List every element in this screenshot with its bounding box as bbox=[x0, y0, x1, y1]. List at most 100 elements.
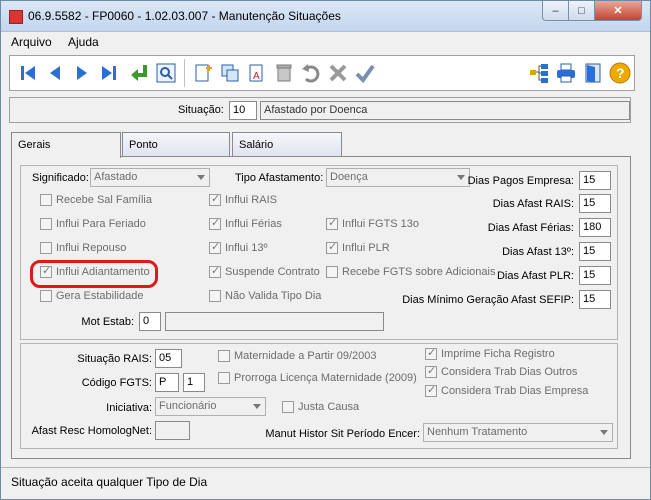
checkbox-label: Imprime Ficha Registro bbox=[441, 348, 555, 360]
dias-afast-ferias-field[interactable]: 180 bbox=[579, 218, 611, 237]
checkbox-label: Influi PLR bbox=[342, 242, 390, 254]
help-icon[interactable]: ? bbox=[608, 61, 632, 85]
gera-estabilidade-checkbox[interactable]: Gera Estabilidade bbox=[40, 290, 143, 302]
checkbox-box bbox=[425, 383, 437, 397]
influi-para-feriado-checkbox[interactable]: Influi Para Feriado bbox=[40, 218, 146, 230]
status-bar: Situação aceita qualquer Tipo de Dia bbox=[1, 467, 650, 499]
checkbox-label: Suspende Contrato bbox=[225, 266, 320, 278]
window-title: 06.9.5582 - FP0060 - 1.02.03.007 - Manut… bbox=[28, 9, 341, 23]
checkbox-label: Influi Férias bbox=[225, 218, 282, 230]
checkbox-box bbox=[209, 192, 221, 206]
status-text: Situação aceita qualquer Tipo de Dia bbox=[11, 475, 208, 489]
iniciativa-select[interactable]: Funcionário bbox=[155, 397, 266, 416]
checkbox-box bbox=[326, 216, 338, 230]
dias-minimo-sefip-field[interactable]: 15 bbox=[579, 290, 611, 309]
title-bar: 06.9.5582 - FP0060 - 1.02.03.007 - Manut… bbox=[1, 1, 650, 32]
tab-salario[interactable]: Salário bbox=[232, 132, 342, 157]
nao-valida-tipo-dia-checkbox[interactable]: Não Valida Tipo Dia bbox=[209, 290, 321, 302]
new-icon[interactable] bbox=[191, 61, 215, 85]
situacao-code-field[interactable]: 10 bbox=[229, 101, 257, 120]
chevron-down-icon bbox=[253, 404, 261, 409]
cancel-icon[interactable] bbox=[326, 61, 350, 85]
checkbox-label: Gera Estabilidade bbox=[56, 290, 144, 302]
next-record-icon[interactable] bbox=[70, 61, 94, 85]
dias-pagos-empresa-field[interactable]: 15 bbox=[579, 171, 611, 190]
situacao-rais-field[interactable]: 05 bbox=[155, 349, 182, 368]
mot-estab-code-field[interactable]: 0 bbox=[139, 312, 161, 331]
considera-dias-outros-checkbox[interactable]: Considera Trab Dias Outros bbox=[425, 364, 577, 378]
copy-icon[interactable] bbox=[218, 61, 242, 85]
justa-causa-checkbox[interactable]: Justa Causa bbox=[282, 401, 359, 413]
considera-dias-empresa-checkbox[interactable]: Considera Trab Dias Empresa bbox=[425, 383, 588, 397]
codigo-fgts-field[interactable]: P bbox=[155, 373, 179, 392]
checkbox-box bbox=[425, 364, 437, 378]
codigo-fgts-field-2[interactable]: 1 bbox=[183, 373, 205, 392]
prorroga-licenca-checkbox[interactable]: Prorroga Licença Maternidade (2009) bbox=[218, 372, 417, 384]
app-icon bbox=[9, 10, 23, 24]
iniciativa-value: Funcionário bbox=[159, 400, 217, 412]
dias-minimo-sefip-label: Dias Mínimo Geração Afast SEFIP: bbox=[402, 294, 574, 306]
svg-text:A: A bbox=[253, 71, 260, 82]
exit-icon[interactable] bbox=[581, 61, 605, 85]
delete-icon[interactable] bbox=[272, 61, 296, 85]
influi-ferias-checkbox[interactable]: Influi Férias bbox=[209, 216, 282, 230]
imprime-ficha-checkbox[interactable]: Imprime Ficha Registro bbox=[425, 346, 555, 360]
manut-histor-select[interactable]: Nenhum Tratamento bbox=[423, 423, 613, 442]
significado-select[interactable]: Afastado bbox=[90, 168, 210, 187]
tab-ponto[interactable]: Ponto bbox=[122, 132, 230, 157]
mot-estab-label: Mot Estab: bbox=[81, 316, 134, 328]
checkbox-label: Recebe Sal Família bbox=[56, 194, 152, 206]
recebe-sal-familia-checkbox[interactable]: Recebe Sal Família bbox=[40, 194, 152, 206]
checkbox-box bbox=[40, 218, 52, 230]
influi-13-checkbox[interactable]: Influi 13º bbox=[209, 240, 268, 254]
zoom-icon[interactable] bbox=[154, 61, 178, 85]
maximize-button[interactable]: □ bbox=[568, 1, 595, 21]
significado-value: Afastado bbox=[94, 171, 138, 183]
checkbox-box bbox=[40, 290, 52, 302]
dias-afast-13-label: Dias Afast 13º: bbox=[502, 246, 574, 258]
goto-icon[interactable] bbox=[127, 61, 151, 85]
checkbox-box bbox=[282, 401, 294, 413]
prev-record-icon[interactable] bbox=[43, 61, 67, 85]
significado-label: Significado: bbox=[32, 172, 89, 184]
close-button[interactable]: ✕ bbox=[594, 1, 642, 21]
first-record-icon[interactable] bbox=[16, 61, 40, 85]
maternidade-checkbox[interactable]: Maternidade a Partir 09/2003 bbox=[218, 350, 376, 362]
dias-afast-plr-label: Dias Afast PLR: bbox=[496, 270, 574, 282]
suspende-contrato-checkbox[interactable]: Suspende Contrato bbox=[209, 264, 320, 278]
influi-rais-checkbox[interactable]: Influi RAIS bbox=[209, 192, 277, 206]
dias-afast-ferias-label: Dias Afast Férias: bbox=[487, 222, 574, 234]
print-icon[interactable] bbox=[554, 61, 578, 85]
checkbox-box bbox=[425, 346, 437, 360]
checkbox-box bbox=[209, 240, 221, 254]
influi-plr-checkbox[interactable]: Influi PLR bbox=[326, 240, 390, 254]
tipo-afastamento-value: Doença bbox=[330, 171, 368, 183]
manut-histor-label: Manut Histor Sit Período Encer: bbox=[265, 428, 420, 440]
checkbox-label: Influi 13º bbox=[225, 242, 268, 254]
afast-resc-field[interactable] bbox=[155, 421, 190, 440]
tree-icon[interactable] bbox=[527, 61, 551, 85]
minimize-button[interactable]: – bbox=[542, 1, 569, 21]
menu-arquivo[interactable]: Arquivo bbox=[11, 35, 52, 49]
dias-afast-rais-field[interactable]: 15 bbox=[579, 194, 611, 213]
checkbox-box bbox=[209, 216, 221, 230]
tab-gerais[interactable]: Gerais bbox=[11, 132, 121, 158]
main-window: 06.9.5582 - FP0060 - 1.02.03.007 - Manut… bbox=[0, 0, 651, 500]
checkbox-label: Influi FGTS 13o bbox=[342, 218, 420, 230]
checkbox-label: Influi RAIS bbox=[225, 194, 277, 206]
undo-icon[interactable] bbox=[299, 61, 323, 85]
edit-icon[interactable]: A bbox=[245, 61, 269, 85]
dias-afast-plr-field[interactable]: 15 bbox=[579, 266, 611, 285]
menu-ajuda[interactable]: Ajuda bbox=[68, 35, 99, 49]
influi-repouso-checkbox[interactable]: Influi Repouso bbox=[40, 242, 126, 254]
dias-afast-13-field[interactable]: 15 bbox=[579, 242, 611, 261]
afast-resc-label: Afast Resc HomologNet: bbox=[31, 425, 152, 437]
checkbox-label: Prorroga Licença Maternidade (2009) bbox=[234, 372, 417, 384]
influi-fgts-13o-checkbox[interactable]: Influi FGTS 13o bbox=[326, 216, 420, 230]
checkbox-box bbox=[218, 350, 230, 362]
save-icon[interactable] bbox=[353, 61, 377, 85]
last-record-icon[interactable] bbox=[97, 61, 121, 85]
chevron-down-icon bbox=[197, 175, 205, 180]
situacao-description-field: Afastado por Doenca bbox=[260, 101, 630, 120]
checkbox-label: Justa Causa bbox=[298, 401, 360, 413]
